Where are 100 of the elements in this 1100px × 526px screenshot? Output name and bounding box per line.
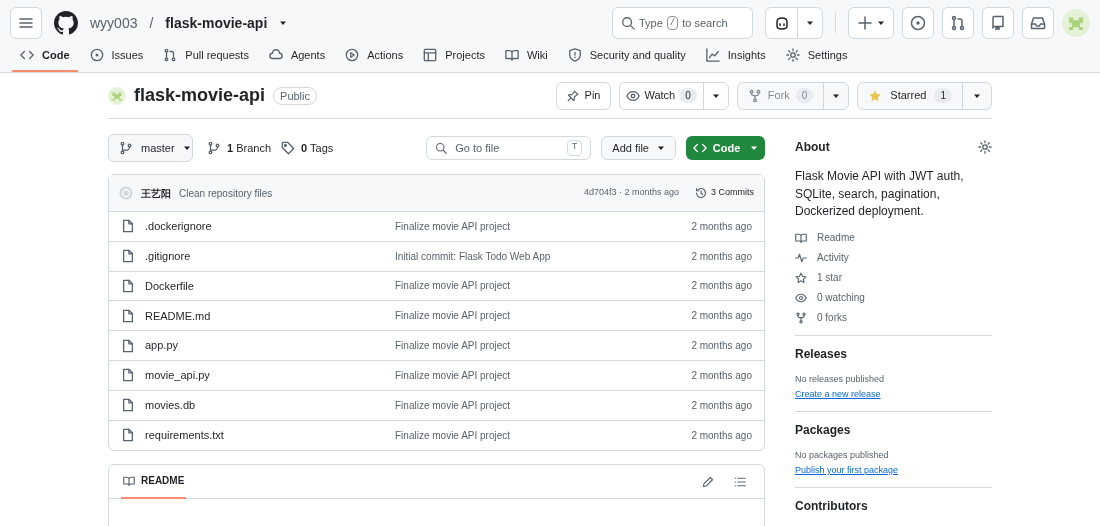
readme-tab[interactable]: README bbox=[121, 464, 187, 499]
file-icon bbox=[121, 249, 135, 264]
section-note: No packages published bbox=[795, 448, 890, 462]
commit-message-link[interactable]: Finalize movie API project bbox=[395, 338, 682, 354]
file-name-link[interactable]: app.py bbox=[145, 337, 385, 354]
pull-request-icon bbox=[950, 15, 966, 31]
commit-author[interactable]: 王艺阳 bbox=[141, 185, 171, 201]
book-icon bbox=[504, 48, 519, 62]
create-new-button[interactable] bbox=[848, 7, 894, 39]
section-title[interactable]: Packages bbox=[795, 421, 992, 438]
owner-link[interactable]: wyy003 bbox=[90, 13, 138, 33]
commit-time: 2 months ago bbox=[691, 249, 752, 264]
pr-button[interactable] bbox=[942, 7, 974, 39]
nav-tab[interactable]: Security and quality bbox=[559, 46, 694, 72]
commit-time: 2 months ago bbox=[691, 339, 752, 354]
section-title[interactable]: Contributors bbox=[795, 497, 992, 514]
branch-icon bbox=[119, 141, 133, 155]
file-name-link[interactable]: README.md bbox=[145, 307, 385, 325]
star-icon bbox=[795, 271, 807, 284]
add-file-button[interactable]: Add file bbox=[601, 136, 676, 160]
search-placeholder: Type bbox=[639, 15, 663, 31]
section-title[interactable]: Releases bbox=[795, 345, 992, 362]
nav-tab[interactable]: Insights bbox=[697, 46, 774, 72]
file-icon bbox=[121, 338, 135, 353]
about-link[interactable]: 0 forks bbox=[795, 310, 992, 325]
play-icon bbox=[345, 48, 360, 62]
settings-icon bbox=[978, 140, 992, 154]
fork-icon bbox=[795, 311, 807, 324]
count-label: 1 bbox=[934, 88, 952, 103]
table-icon bbox=[423, 48, 438, 62]
code-button[interactable]: Code bbox=[686, 136, 765, 160]
eye-icon bbox=[795, 291, 807, 304]
commit-message[interactable]: Clean repository files bbox=[179, 185, 273, 201]
branches-link[interactable]: 1 Branch bbox=[207, 139, 272, 157]
branch-selector[interactable]: master bbox=[108, 134, 193, 162]
repo-link[interactable]: flask-movie-api bbox=[165, 13, 268, 33]
repo-button[interactable] bbox=[982, 7, 1014, 39]
issue-icon bbox=[89, 48, 104, 62]
commit-message-link[interactable]: Finalize movie API project bbox=[395, 218, 682, 234]
github-logo-icon[interactable] bbox=[54, 11, 78, 35]
nav-tab[interactable]: Agents bbox=[260, 46, 334, 72]
tags-link[interactable]: 0 Tags bbox=[281, 139, 334, 157]
avatar-icon bbox=[1062, 9, 1090, 37]
history-icon bbox=[695, 187, 707, 199]
about-link[interactable]: Readme bbox=[795, 230, 992, 245]
code-icon bbox=[692, 141, 707, 155]
nav-tab[interactable]: Projects bbox=[415, 46, 493, 72]
nav-tab[interactable]: Wiki bbox=[496, 46, 556, 72]
file-name-link[interactable]: .dockerignore bbox=[145, 218, 385, 235]
copilot-icon bbox=[773, 15, 790, 31]
commit-message-link[interactable]: Finalize movie API project bbox=[395, 278, 682, 294]
caret-icon bbox=[657, 144, 665, 152]
about-link[interactable]: 0 watching bbox=[795, 290, 992, 305]
menu-button[interactable] bbox=[10, 7, 42, 39]
pencil-icon bbox=[702, 475, 714, 488]
file-icon bbox=[121, 279, 135, 293]
fork-icon bbox=[747, 88, 762, 103]
commit-message-link[interactable]: Finalize movie API project bbox=[395, 427, 682, 443]
repo-title: flask-movie-api bbox=[134, 84, 266, 107]
section-link[interactable]: Create a new release bbox=[795, 388, 992, 402]
commit-time: 2 months ago bbox=[691, 309, 752, 324]
file-name-link[interactable]: .gitignore bbox=[145, 247, 385, 265]
eye-icon bbox=[626, 88, 641, 103]
pin-button[interactable]: Pin bbox=[555, 81, 612, 110]
go-to-file-field[interactable]: Go to file T bbox=[426, 136, 592, 160]
menu-icon bbox=[18, 15, 34, 31]
commit-message-link[interactable]: Finalize movie API project bbox=[395, 397, 682, 413]
search-placeholder: to search bbox=[682, 15, 728, 31]
about-link[interactable]: Activity bbox=[795, 250, 992, 265]
file-name-link[interactable]: movies.db bbox=[145, 396, 385, 414]
commit-message-link[interactable]: Initial commit: Flask Todo Web App bbox=[395, 248, 682, 264]
about-link[interactable]: 1 star bbox=[795, 270, 992, 285]
user-avatar-icon bbox=[119, 186, 133, 200]
nav-tab[interactable]: Issues bbox=[81, 46, 152, 72]
search-field[interactable]: Type / to search bbox=[612, 7, 753, 39]
file-name-link[interactable]: Dockerfile bbox=[145, 277, 385, 295]
inbox-icon bbox=[1030, 15, 1046, 31]
shortcut-key: T bbox=[566, 140, 583, 156]
commit-message-link[interactable]: Finalize movie API project bbox=[395, 308, 682, 324]
cloud-icon bbox=[268, 48, 283, 62]
caret-icon bbox=[182, 144, 191, 152]
file-name-link[interactable]: requirements.txt bbox=[145, 427, 385, 444]
inbox-button[interactable] bbox=[1022, 7, 1054, 39]
nav-tab[interactable]: Settings bbox=[777, 46, 856, 72]
issue-icon bbox=[910, 15, 926, 31]
nav-tab[interactable]: Code bbox=[12, 46, 78, 72]
commit-meta: 4d704f3 · 2 months ago bbox=[583, 186, 679, 200]
commits-link[interactable]: 3 Commits bbox=[695, 186, 754, 200]
repo-dropdown[interactable] bbox=[279, 19, 288, 27]
graph-icon bbox=[705, 48, 720, 62]
code-icon bbox=[20, 48, 34, 62]
section-link[interactable]: Publish your first package bbox=[795, 464, 992, 478]
nav-tab[interactable]: Actions bbox=[337, 46, 412, 72]
commit-message-link[interactable]: Finalize movie API project bbox=[395, 367, 682, 383]
file-icon bbox=[121, 219, 135, 234]
edit-about-button[interactable] bbox=[978, 140, 992, 154]
file-name-link[interactable]: movie_api.py bbox=[145, 367, 385, 384]
nav-tab[interactable]: Pull requests bbox=[155, 46, 257, 72]
repo-description: Flask Movie API with JWT auth, SQLite, search, pagination, Dockerized deployment. bbox=[795, 168, 965, 220]
issue-button[interactable] bbox=[902, 7, 934, 39]
